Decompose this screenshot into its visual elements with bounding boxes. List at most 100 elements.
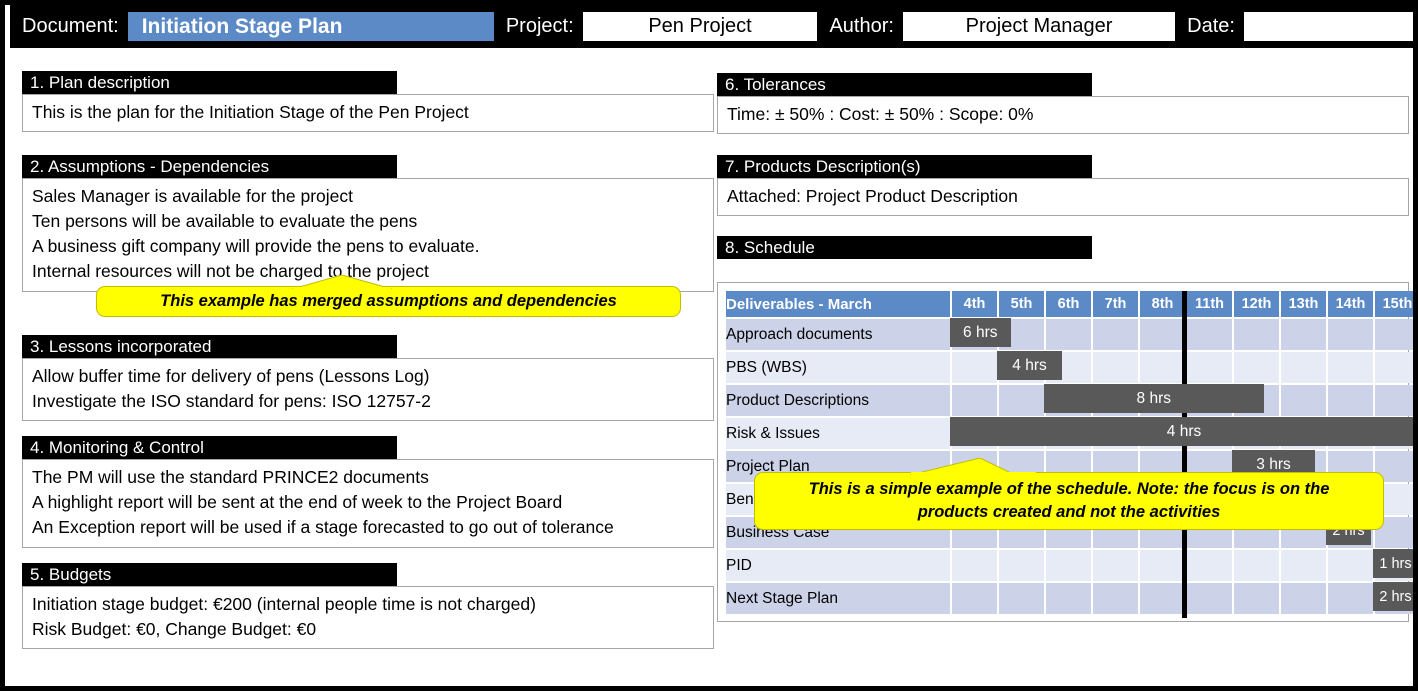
section-3-box[interactable]: Allow buffer time for delivery of pens (… [22,358,714,421]
schedule-grid-cell [1140,418,1185,449]
schedule-grid-cell [1281,550,1326,581]
date-field[interactable] [1243,12,1413,41]
schedule-table-body: Approach documents PBS (WBS) Product Descr… [726,319,1413,614]
section-4-title: 4. Monitoring & Control [22,436,397,459]
stage-plan-page: Document: Initiation Stage Plan Project:… [0,0,1418,691]
schedule-grid-cell [1375,583,1413,614]
schedule-table-wrapper: Deliverables - March 4th 5th 6th 7th 8th… [717,282,1413,622]
section-assumptions-dependencies: 2. Assumptions - Dependencies Sales Mana… [22,155,714,292]
section-5-line-2: Risk Budget: €0, Change Budget: €0 [32,619,317,639]
schedule-row: Product Descriptions [726,385,1413,416]
schedule-row-label: Next Stage Plan [726,583,950,614]
schedule-grid-cell [1046,418,1091,449]
project-name-field[interactable]: Pen Project [582,12,818,41]
section-2-line-1: Sales Manager is available for the proje… [32,186,354,206]
section-4-line-2: A highlight report will be sent at the e… [32,492,563,512]
schedule-callout-line-2: products created and not the activities [917,503,1221,521]
schedule-grid-cell [1281,418,1326,449]
schedule-grid-cell [1046,550,1091,581]
section-8-title: 8. Schedule [717,236,1092,259]
schedule-row-label: Risk & Issues [726,418,950,449]
schedule-day-header-3: 7th [1093,291,1138,317]
schedule-grid-cell [952,352,997,383]
section-6-box[interactable]: Time: ± 50% : Cost: ± 50% : Scope: 0% [717,96,1409,134]
section-6-title: 6. Tolerances [717,73,1092,96]
schedule-grid-cell [1093,319,1138,350]
schedule-grid-cell [1234,583,1279,614]
date-label: Date: [1187,15,1235,37]
section-4-line-1: The PM will use the standard PRINCE2 doc… [32,467,429,487]
schedule-grid-cell [1281,319,1326,350]
document-title-field[interactable]: Initiation Stage Plan [127,12,494,41]
schedule-grid-cell [1093,385,1138,416]
section-lessons-incorporated: 3. Lessons incorporated Allow buffer tim… [22,335,714,421]
schedule-row: Next Stage Plan [726,583,1413,614]
schedule-grid-cell [1328,385,1373,416]
schedule-grid-cell [1093,583,1138,614]
section-1-title: 1. Plan description [22,71,397,94]
section-3-line-2: Investigate the ISO standard for pens: I… [32,391,431,411]
section-6-line-1: Time: ± 50% : Cost: ± 50% : Scope: 0% [727,104,1034,124]
schedule-grid-cell [952,583,997,614]
schedule-day-header-8: 14th [1328,291,1373,317]
schedule-grid-cell [1093,352,1138,383]
author-name-field[interactable]: Project Manager [902,12,1176,41]
schedule-row-label: Approach documents [726,319,950,350]
schedule-grid-cell [1281,583,1326,614]
author-label: Author: [829,15,894,37]
document-label: Document: [22,15,119,37]
schedule-grid-cell [1046,385,1091,416]
section-4-line-3: An Exception report will be used if a st… [32,517,614,537]
schedule-grid-cell [1234,418,1279,449]
section-2-title: 2. Assumptions - Dependencies [22,155,397,178]
section-5-box[interactable]: Initiation stage budget: €200 (internal … [22,586,714,649]
section-products-description: 7. Products Description(s) Attached: Pro… [717,155,1409,216]
schedule-deliverables-header: Deliverables - March [726,291,950,317]
schedule-grid-cell [1140,385,1185,416]
schedule-table-head: Deliverables - March 4th 5th 6th 7th 8th… [726,291,1413,317]
schedule-day-header-9: 15th [1375,291,1413,317]
schedule-grid-cell [1328,550,1373,581]
section-1-box[interactable]: This is the plan for the Initiation Stag… [22,94,714,132]
section-4-box[interactable]: The PM will use the standard PRINCE2 doc… [22,459,714,548]
schedule-grid-cell [999,418,1044,449]
schedule-grid-cell [1234,550,1279,581]
schedule-day-header-7: 13th [1281,291,1326,317]
section-5-title: 5. Budgets [22,563,397,586]
schedule-callout-line-1: This is a simple example of the schedule… [808,480,1330,498]
section-7-title: 7. Products Description(s) [717,155,1092,178]
schedule-grid-cell [1140,550,1185,581]
schedule-row: Risk & Issues [726,418,1413,449]
schedule-row: Approach documents [726,319,1413,350]
schedule-grid-cell [1375,550,1413,581]
schedule-grid-cell [1375,418,1413,449]
section-plan-description: 1. Plan description This is the plan for… [22,71,714,132]
schedule-grid-cell [1281,385,1326,416]
schedule-grid-cell [1375,319,1413,350]
section-2-line-2: Ten persons will be available to evaluat… [32,211,418,231]
schedule-grid-cell [952,550,997,581]
schedule-grid-cell [999,583,1044,614]
schedule-grid-cell [999,319,1044,350]
project-label: Project: [505,15,574,37]
schedule-grid-cell [1187,319,1232,350]
schedule-grid-cell [1046,583,1091,614]
page-body: 1. Plan description This is the plan for… [10,48,1413,686]
schedule-grid-cell [999,352,1044,383]
schedule-table: Deliverables - March 4th 5th 6th 7th 8th… [724,289,1413,616]
schedule-grid-cell [1140,583,1185,614]
callout-tail-up-icon [292,275,392,289]
schedule-grid-cell [1187,385,1232,416]
section-7-line-1: Attached: Project Product Description [727,186,1018,206]
schedule-grid-cell [952,418,997,449]
schedule-row-label: PID [726,550,950,581]
section-7-box[interactable]: Attached: Project Product Description [717,178,1409,216]
schedule-grid-cell [1187,583,1232,614]
callout-tail-up-icon [910,458,1036,475]
schedule-header-row: Deliverables - March 4th 5th 6th 7th 8th… [726,291,1413,317]
section-3-title: 3. Lessons incorporated [22,335,397,358]
section-5-line-1: Initiation stage budget: €200 (internal … [32,594,536,614]
section-schedule: 8. Schedule Deliverables - March 4th 5th… [717,236,1413,622]
schedule-day-header-0: 4th [952,291,997,317]
schedule-day-header-2: 6th [1046,291,1091,317]
